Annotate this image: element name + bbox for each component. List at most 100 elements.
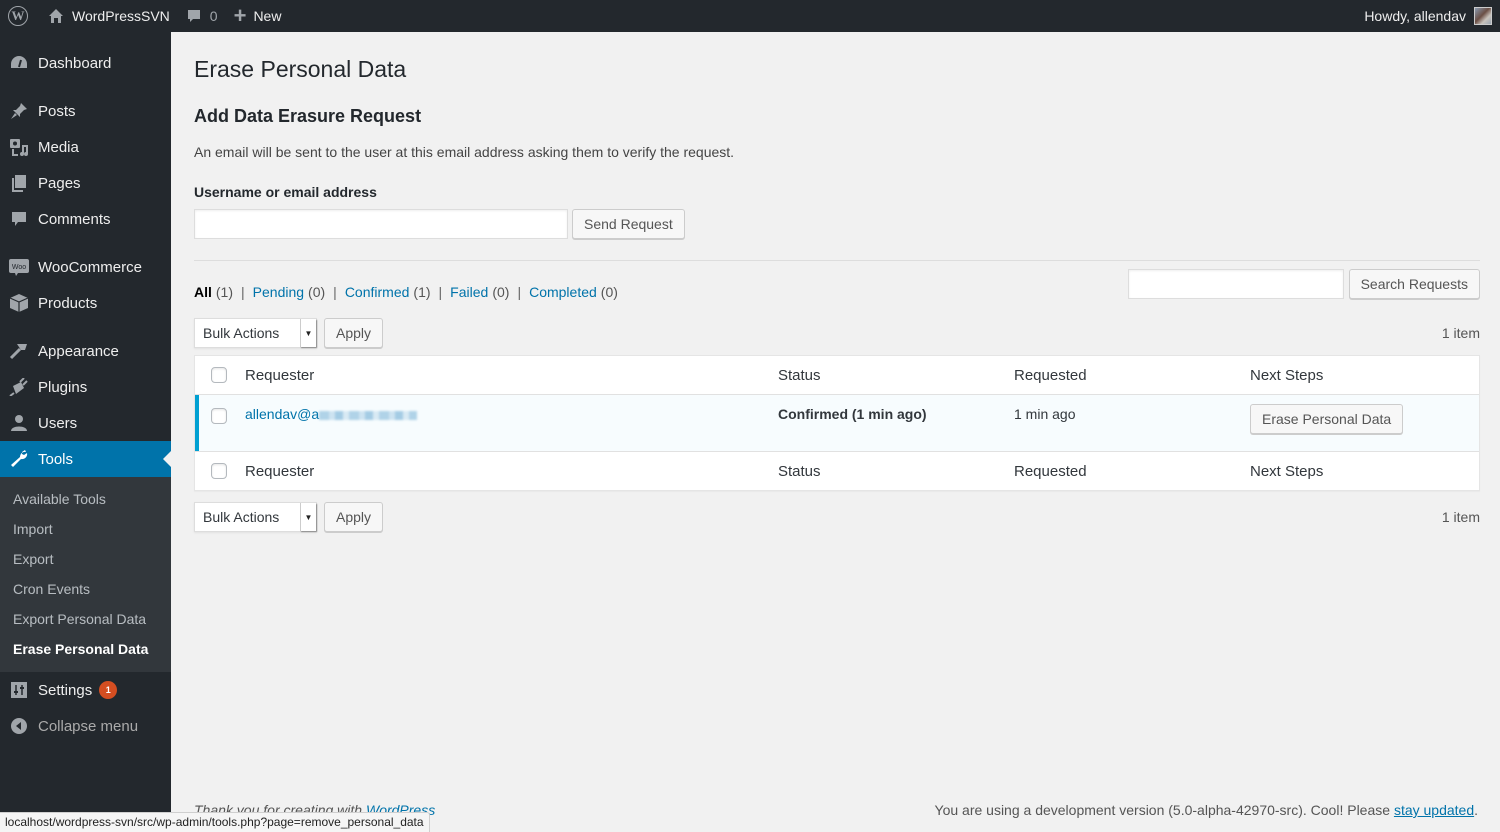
erase-personal-data-button[interactable]: Erase Personal Data: [1250, 404, 1404, 434]
tablenav-bottom: Bulk Actions ▼ Apply 1 item: [194, 501, 1480, 533]
column-requested: Requested: [1014, 366, 1087, 384]
username-email-input[interactable]: [194, 209, 568, 239]
new-label: New: [253, 8, 282, 24]
row-checkbox[interactable]: [211, 408, 227, 424]
pin-icon: [9, 101, 29, 121]
sidebar-item-label: WooCommerce: [38, 258, 142, 276]
comment-icon: [9, 209, 29, 229]
pages-icon: [9, 173, 29, 193]
separator: |: [517, 284, 522, 300]
site-name-link[interactable]: WordPressSVN: [36, 0, 178, 32]
filter-confirmed[interactable]: Confirmed (1): [345, 284, 431, 300]
wp-logo-menu[interactable]: W: [0, 0, 36, 32]
stay-updated-link[interactable]: stay updated: [1394, 802, 1474, 818]
filter-failed[interactable]: Failed (0): [450, 284, 509, 300]
row-requested: 1 min ago: [1014, 406, 1076, 422]
filter-pending[interactable]: Pending (0): [253, 284, 326, 300]
page-title: Erase Personal Data: [194, 56, 407, 82]
filter-all[interactable]: All (1): [194, 284, 233, 300]
bulk-actions-select-bottom[interactable]: Bulk Actions ▼: [194, 502, 317, 532]
select-all-checkbox-bottom[interactable]: [211, 463, 227, 479]
filter-completed[interactable]: Completed (0): [529, 284, 618, 300]
sidebar-item-label: Settings: [38, 681, 93, 699]
dropdown-arrow-icon: ▼: [300, 503, 316, 531]
collapse-icon: [9, 716, 29, 736]
requests-table: Requester Status Requested Next Steps al…: [194, 355, 1480, 491]
brush-icon: [9, 341, 29, 361]
plug-icon: [9, 377, 29, 397]
footer-version: You are using a development version (5.0…: [934, 802, 1478, 818]
comment-icon: [187, 10, 200, 22]
submenu-export[interactable]: Export: [0, 544, 171, 574]
column-requester: Requester: [245, 462, 315, 480]
sidebar-item-label: Plugins: [38, 378, 88, 396]
separator: |: [438, 284, 443, 300]
sidebar-item-pages[interactable]: Pages: [0, 165, 171, 201]
new-content-menu[interactable]: + New: [226, 0, 290, 32]
requester-email-link[interactable]: allendav@a: [227, 395, 778, 451]
select-all-checkbox[interactable]: [211, 367, 227, 383]
apply-button[interactable]: Apply: [324, 318, 384, 348]
home-icon: [49, 9, 63, 23]
submenu-erase-personal-data[interactable]: Erase Personal Data: [0, 634, 171, 664]
column-next-steps: Next Steps: [1250, 366, 1324, 384]
column-status: Status: [778, 366, 821, 384]
sidebar-item-appearance[interactable]: Appearance: [0, 333, 171, 369]
tools-submenu: Available Tools Import Export Cron Event…: [0, 477, 171, 672]
media-icon: [9, 137, 29, 157]
status-filters: All (1) | Pending (0) | Confirmed (1) | Fai…: [194, 284, 618, 300]
sidebar-item-dashboard[interactable]: Dashboard: [0, 45, 171, 81]
submenu-available-tools[interactable]: Available Tools: [0, 484, 171, 514]
apply-button-bottom[interactable]: Apply: [324, 502, 384, 532]
plus-icon: +: [233, 3, 247, 28]
submenu-cron-events[interactable]: Cron Events: [0, 574, 171, 604]
column-requested: Requested: [1014, 462, 1087, 480]
dropdown-arrow-icon: ▼: [300, 319, 316, 347]
box-icon: [9, 293, 29, 313]
column-requester: Requester: [245, 366, 315, 384]
sidebar-item-label: Posts: [38, 102, 76, 120]
sidebar-item-tools[interactable]: Tools: [0, 441, 171, 477]
dashboard-icon: [9, 53, 29, 73]
wordpress-logo-icon: W: [8, 6, 28, 26]
send-request-button[interactable]: Send Request: [572, 209, 685, 239]
comments-link[interactable]: 0: [178, 0, 226, 32]
submenu-import[interactable]: Import: [0, 514, 171, 544]
table-row: allendav@a Confirmed (1 min ago) 1 min a…: [195, 395, 1479, 451]
bulk-actions-select[interactable]: Bulk Actions ▼: [194, 318, 317, 348]
separator: |: [241, 284, 245, 300]
bulk-actions-value: Bulk Actions: [203, 325, 280, 341]
account-menu[interactable]: Howdy, allendav: [1356, 0, 1500, 32]
wrench-icon: [9, 449, 29, 469]
sliders-icon: [9, 680, 29, 700]
row-status: Confirmed (1 min ago): [778, 406, 927, 422]
sidebar-item-media[interactable]: Media: [0, 129, 171, 165]
table-header: Requester Status Requested Next Steps: [195, 356, 1479, 395]
sidebar-item-woocommerce[interactable]: Woo WooCommerce: [0, 249, 171, 285]
sidebar-item-label: Comments: [38, 210, 111, 228]
browser-status-bar: localhost/wordpress-svn/src/wp-admin/too…: [0, 812, 430, 832]
sidebar-item-label: Users: [38, 414, 78, 432]
column-next-steps: Next Steps: [1250, 462, 1324, 480]
column-status: Status: [778, 462, 821, 480]
sidebar-item-label: Pages: [38, 174, 81, 192]
admin-sidebar: Dashboard Posts Media Pages Comments Woo…: [0, 32, 171, 832]
sidebar-item-label: Products: [38, 294, 98, 312]
section-title: Add Data Erasure Request: [194, 106, 422, 126]
comments-count: 0: [209, 8, 218, 24]
separator: |: [333, 284, 337, 300]
collapse-menu-button[interactable]: Collapse menu: [0, 708, 171, 744]
tablenav-top: Bulk Actions ▼ Apply 1 item: [194, 317, 1480, 349]
sidebar-item-comments[interactable]: Comments: [0, 201, 171, 237]
collapse-menu-label: Collapse menu: [38, 717, 139, 735]
search-requests-input[interactable]: [1127, 269, 1344, 299]
sidebar-item-users[interactable]: Users: [0, 405, 171, 441]
sidebar-item-products[interactable]: Products: [0, 285, 171, 321]
submenu-export-personal-data[interactable]: Export Personal Data: [0, 604, 171, 634]
search-requests-button[interactable]: Search Requests: [1348, 269, 1480, 299]
sidebar-item-settings[interactable]: Settings 1: [0, 672, 171, 708]
user-icon: [9, 413, 29, 433]
sidebar-item-plugins[interactable]: Plugins: [0, 369, 171, 405]
sidebar-item-posts[interactable]: Posts: [0, 93, 171, 129]
username-email-label: Username or email address: [194, 184, 377, 200]
